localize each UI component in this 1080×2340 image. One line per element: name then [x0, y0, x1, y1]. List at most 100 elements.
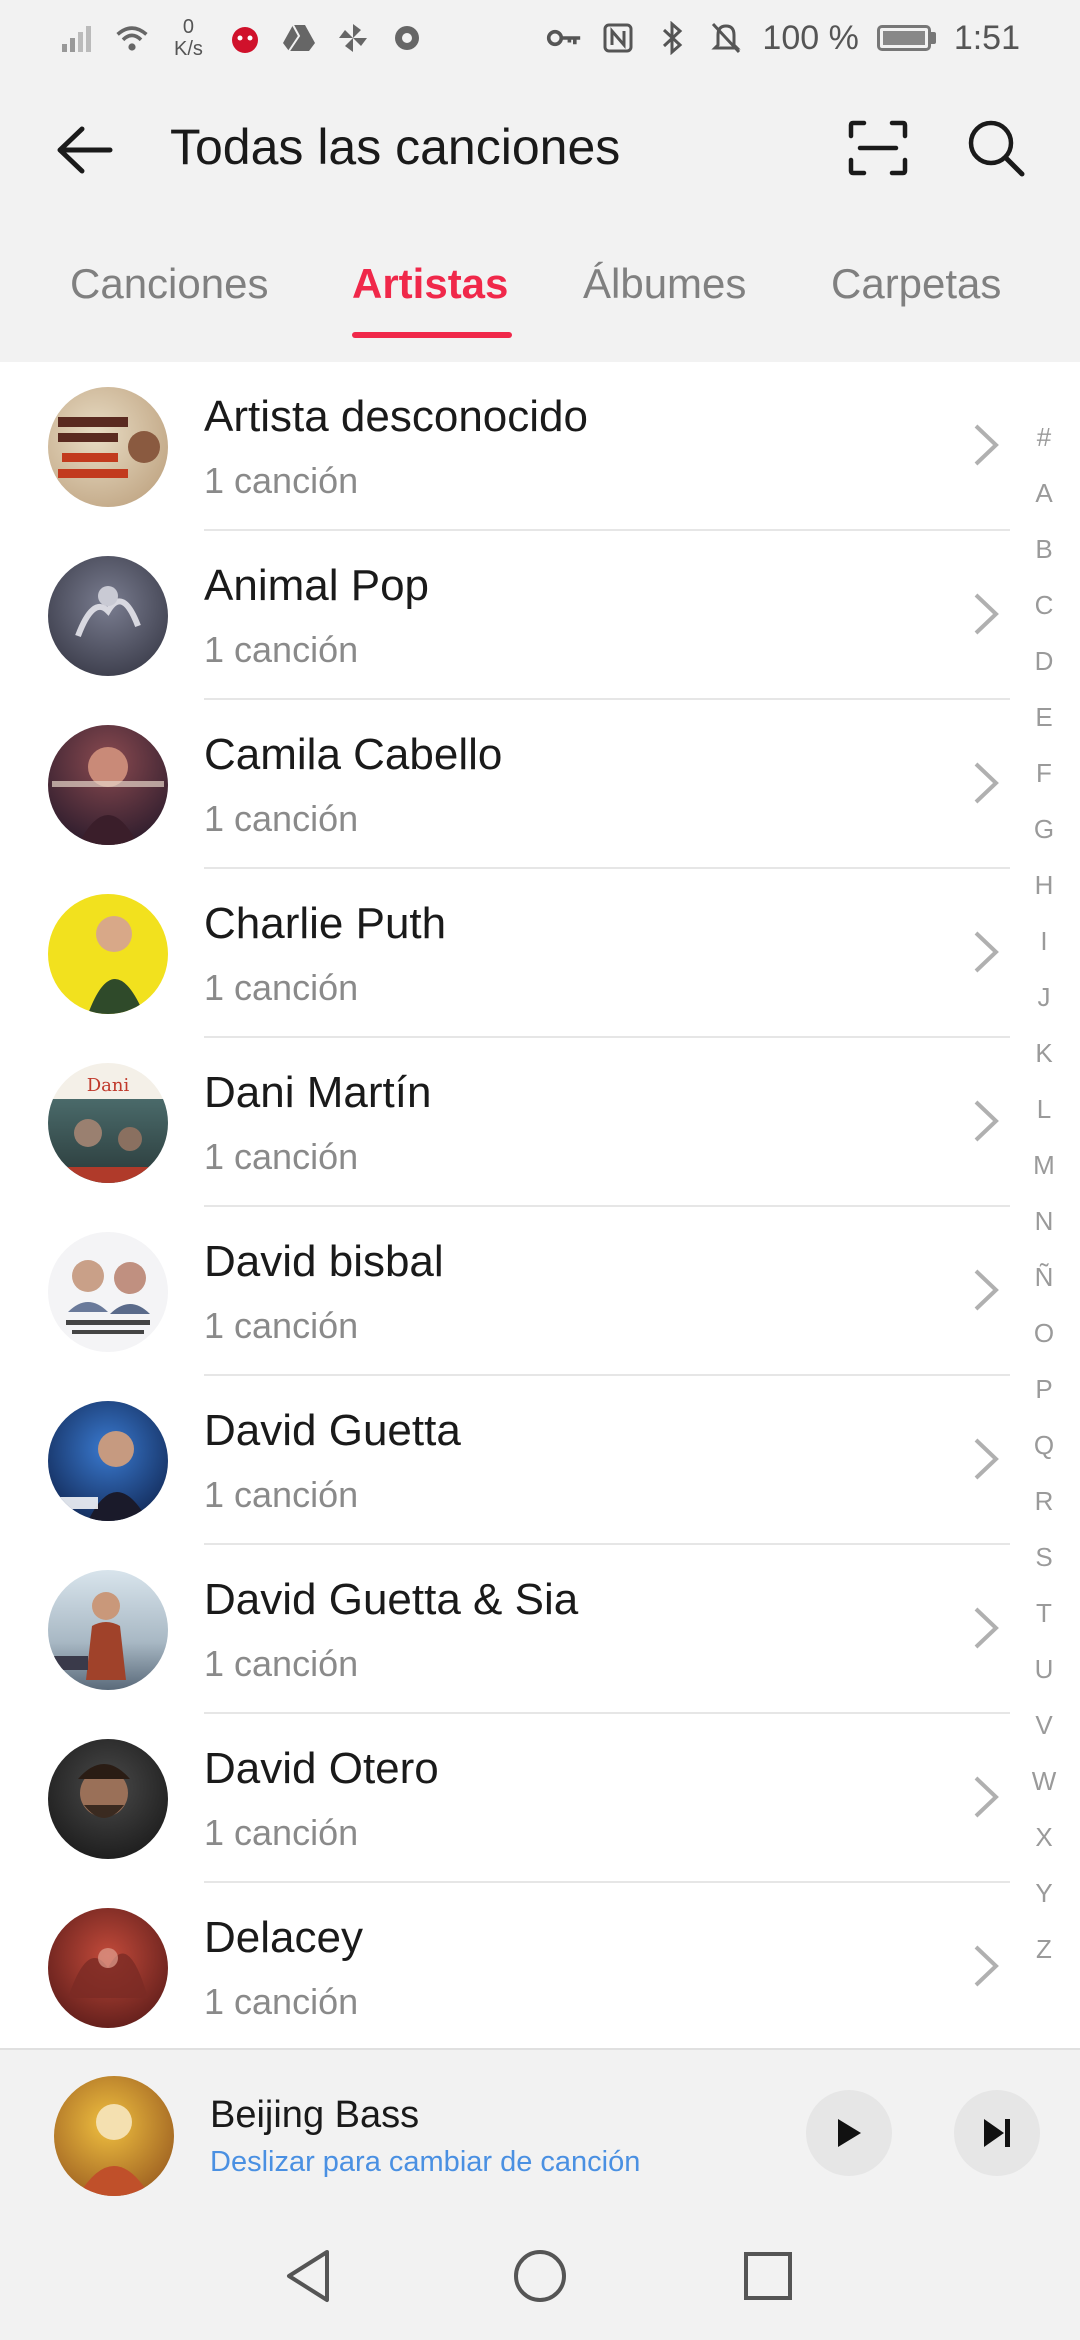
- index-letter[interactable]: L: [1024, 1094, 1064, 1125]
- tab-albumes[interactable]: Álbumes: [583, 260, 746, 308]
- artist-name: Animal Pop: [204, 561, 430, 610]
- nav-home-button[interactable]: [510, 2246, 570, 2306]
- search-button[interactable]: [958, 110, 1034, 186]
- tab-canciones[interactable]: Canciones: [70, 260, 268, 308]
- artist-name: Camila Cabello: [204, 730, 503, 779]
- now-playing-art: [54, 2076, 174, 2196]
- back-arrow-icon: [57, 126, 113, 174]
- artist-row[interactable]: David Guetta & Sia 1 canción: [0, 1545, 1010, 1714]
- nfc-icon: [600, 20, 636, 56]
- now-playing-title: Beijing Bass: [210, 2094, 420, 2136]
- index-letter[interactable]: H: [1024, 870, 1064, 901]
- tab-carpetas[interactable]: Carpetas: [831, 260, 1001, 308]
- index-letter[interactable]: #: [1024, 422, 1064, 453]
- nav-recents-button[interactable]: [738, 2246, 798, 2306]
- square-recents-icon: [744, 2252, 792, 2300]
- chevron-right-icon: [974, 1945, 999, 1987]
- scan-button[interactable]: [840, 110, 916, 186]
- chevron-right-icon: [974, 424, 999, 466]
- index-letter[interactable]: X: [1024, 1822, 1064, 1853]
- chevron-right-icon: [974, 762, 999, 804]
- artist-list[interactable]: Artista desconocido 1 canción Animal Pop…: [0, 362, 1080, 2048]
- artist-row[interactable]: Animal Pop 1 canción: [0, 531, 1010, 700]
- index-letter[interactable]: M: [1024, 1150, 1064, 1181]
- next-button[interactable]: [954, 2090, 1040, 2176]
- artist-avatar: [48, 1739, 168, 1859]
- artist-avatar: [48, 556, 168, 676]
- net-speed-unit: K/s: [174, 38, 203, 60]
- net-speed-value: 0: [182, 16, 195, 38]
- mini-player[interactable]: Beijing Bass Deslizar para cambiar de ca…: [0, 2048, 1080, 2208]
- artist-song-count: 1 canción: [204, 629, 359, 670]
- triangle-back-icon: [287, 2250, 329, 2302]
- artist-name: Artista desconocido: [204, 392, 588, 441]
- signal-icon: [60, 20, 96, 56]
- index-letter[interactable]: S: [1024, 1542, 1064, 1573]
- chevron-right-icon: [974, 1438, 999, 1480]
- play-button[interactable]: [806, 2090, 892, 2176]
- artist-avatar: [48, 1232, 168, 1352]
- artist-song-count: 1 canción: [204, 1981, 359, 2022]
- index-letter[interactable]: Ñ: [1024, 1262, 1064, 1293]
- index-letter[interactable]: B: [1024, 534, 1064, 565]
- artist-row[interactable]: Artista desconocido 1 canción: [0, 362, 1010, 531]
- index-letter[interactable]: Y: [1024, 1878, 1064, 1909]
- artist-song-count: 1 canción: [204, 1474, 359, 1515]
- index-letter[interactable]: T: [1024, 1598, 1064, 1629]
- wifi-icon: [114, 20, 150, 56]
- index-letter[interactable]: R: [1024, 1486, 1064, 1517]
- artist-name: David Guetta: [204, 1406, 461, 1455]
- index-letter[interactable]: D: [1024, 646, 1064, 677]
- index-letter[interactable]: F: [1024, 758, 1064, 789]
- tab-bar: Canciones Artistas Álbumes Carpetas: [0, 230, 1080, 360]
- index-letter[interactable]: Q: [1024, 1430, 1064, 1461]
- mute-bell-icon: [708, 20, 744, 56]
- scan-icon: [848, 120, 908, 176]
- index-letter[interactable]: E: [1024, 702, 1064, 733]
- index-letter[interactable]: U: [1024, 1654, 1064, 1685]
- app-notification-icon: [227, 20, 263, 56]
- index-letter[interactable]: V: [1024, 1710, 1064, 1741]
- index-letter[interactable]: Z: [1024, 1934, 1064, 1965]
- key-icon: [546, 20, 582, 56]
- artist-avatar: [48, 1908, 168, 2028]
- artist-name: Dani Martín: [204, 1068, 432, 1117]
- artist-row[interactable]: David Otero 1 canción: [0, 1714, 1010, 1883]
- artist-avatar: Dani: [48, 1063, 168, 1183]
- chevron-right-icon: [974, 931, 999, 973]
- nav-back-button[interactable]: [278, 2246, 338, 2306]
- svg-text:Dani: Dani: [87, 1075, 130, 1096]
- artist-song-count: 1 canción: [204, 1136, 359, 1177]
- index-letter[interactable]: J: [1024, 982, 1064, 1013]
- swipe-hint: Deslizar para cambiar de canción: [210, 2146, 641, 2178]
- active-tab-indicator: [352, 332, 512, 338]
- index-letter[interactable]: K: [1024, 1038, 1064, 1069]
- artist-row[interactable]: David Guetta 1 canción: [0, 1376, 1010, 1545]
- index-letter[interactable]: N: [1024, 1206, 1064, 1237]
- index-letter[interactable]: A: [1024, 478, 1064, 509]
- net-speed: 0 K/s: [174, 16, 203, 60]
- index-letter[interactable]: I: [1024, 926, 1064, 957]
- index-letter[interactable]: C: [1024, 590, 1064, 621]
- index-letter[interactable]: O: [1024, 1318, 1064, 1349]
- index-letter[interactable]: P: [1024, 1374, 1064, 1405]
- tab-artistas[interactable]: Artistas: [352, 260, 508, 308]
- clock: 1:51: [953, 18, 1020, 57]
- battery-icon: [876, 25, 936, 51]
- artist-row[interactable]: Dani Dani Martín 1 canción: [0, 1038, 1010, 1207]
- artist-name: David bisbal: [204, 1237, 444, 1286]
- artist-name: Charlie Puth: [204, 899, 447, 948]
- index-letter[interactable]: G: [1024, 814, 1064, 845]
- index-letter[interactable]: W: [1024, 1766, 1064, 1797]
- artist-avatar: [48, 1570, 168, 1690]
- artist-avatar: [48, 387, 168, 507]
- artist-row[interactable]: Charlie Puth 1 canción: [0, 869, 1010, 1038]
- artist-avatar: [48, 1401, 168, 1521]
- battery-percentage: 100 %: [762, 18, 859, 57]
- artist-row[interactable]: Camila Cabello 1 canción: [0, 700, 1010, 869]
- artist-row[interactable]: David bisbal 1 canción: [0, 1207, 1010, 1376]
- artist-row[interactable]: Delacey 1 canción: [0, 1883, 1010, 2048]
- status-bar: 0 K/s 100 % 1:51: [0, 0, 1080, 76]
- back-button[interactable]: [48, 114, 120, 186]
- drive-icon: [281, 20, 317, 56]
